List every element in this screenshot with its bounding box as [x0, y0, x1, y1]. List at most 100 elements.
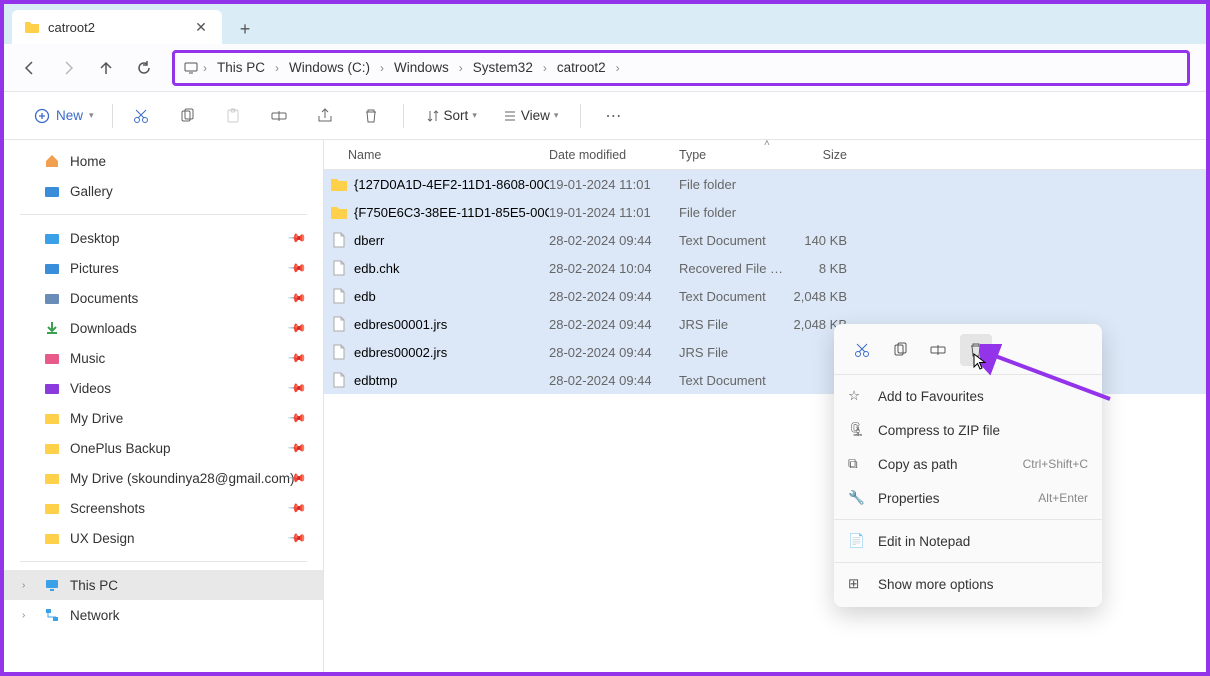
ctx-label: Compress to ZIP file: [878, 423, 1000, 438]
chevron-down-icon: ▾: [89, 110, 94, 121]
column-type[interactable]: Type: [679, 148, 789, 162]
file-type: Text Document: [679, 373, 789, 388]
chevron-right-icon: ›: [271, 61, 283, 75]
file-name: edb.chk: [354, 261, 400, 276]
ctx-item-star[interactable]: ☆ Add to Favourites: [834, 379, 1102, 413]
ctx-item-notepad[interactable]: 📄Edit in Notepad: [834, 524, 1102, 558]
breadcrumb-item[interactable]: System32: [467, 60, 539, 75]
column-date[interactable]: Date modified: [549, 148, 679, 162]
sidebar-item[interactable]: OnePlus Backup📌: [4, 433, 323, 463]
ctx-rename-button[interactable]: [922, 334, 954, 366]
folder-icon: [44, 500, 60, 516]
file-name: dberr: [354, 233, 384, 248]
ctx-copy-button[interactable]: [884, 334, 916, 366]
refresh-button[interactable]: [128, 52, 160, 84]
sort-icon: [426, 109, 440, 123]
file-icon: [330, 259, 348, 277]
separator: [20, 561, 307, 562]
more-button[interactable]: ⋯: [595, 98, 631, 134]
sidebar-item[interactable]: Screenshots📌: [4, 493, 323, 523]
nav-bar: › This PC › Windows (C:) › Windows › Sys…: [4, 44, 1206, 92]
file-date: 19-01-2024 11:01: [549, 177, 679, 192]
breadcrumb-item[interactable]: This PC: [211, 60, 271, 75]
sidebar-item[interactable]: Downloads📌: [4, 313, 323, 343]
music-icon: [44, 350, 60, 366]
chevron-right-icon: ›: [22, 610, 25, 621]
chevron-right-icon: ›: [376, 61, 388, 75]
file-row[interactable]: {F750E6C3-38EE-11D1-85E5-00C04FC295...19…: [324, 198, 1206, 226]
delete-button[interactable]: [353, 98, 389, 134]
up-button[interactable]: [90, 52, 122, 84]
pc-icon: [183, 60, 199, 76]
sidebar-item[interactable]: Desktop📌: [4, 223, 323, 253]
breadcrumb-item[interactable]: Windows (C:): [283, 60, 376, 75]
sidebar-item-home[interactable]: Home: [4, 146, 323, 176]
new-button[interactable]: New ▾: [24, 104, 113, 128]
column-size[interactable]: Size: [789, 148, 859, 162]
view-icon: [503, 109, 517, 123]
downloads-icon: [44, 320, 60, 336]
sidebar-item[interactable]: ›Network: [4, 600, 323, 630]
file-row[interactable]: edb.chk28-02-2024 10:04Recovered File Fr…: [324, 254, 1206, 282]
sidebar-item[interactable]: ›This PC: [4, 570, 323, 600]
window-tab[interactable]: catroot2 ✕: [12, 10, 222, 44]
file-row[interactable]: edb28-02-2024 09:44Text Document2,048 KB: [324, 282, 1206, 310]
breadcrumb-item[interactable]: catroot2: [551, 60, 612, 75]
folder-icon: [44, 410, 60, 426]
context-menu: ☆ Add to Favourites 🗜Compress to ZIP file⧉…: [834, 324, 1102, 607]
close-icon[interactable]: ✕: [192, 18, 210, 36]
sidebar-item-gallery[interactable]: Gallery: [4, 176, 323, 206]
chevron-down-icon: ▾: [554, 110, 559, 121]
desktop-icon: [44, 230, 60, 246]
pin-icon: 📌: [287, 258, 307, 278]
sidebar-item[interactable]: My Drive (skoundinya28@gmail.com)📌: [4, 463, 323, 493]
sidebar-item[interactable]: Pictures📌: [4, 253, 323, 283]
column-name[interactable]: Name: [324, 148, 549, 162]
ctx-label: Add to Favourites: [878, 389, 984, 404]
forward-button[interactable]: [52, 52, 84, 84]
pictures-icon: [44, 260, 60, 276]
network-icon: [44, 607, 60, 623]
ctx-item-copypath[interactable]: ⧉Copy as pathCtrl+Shift+C: [834, 447, 1102, 481]
sidebar-item[interactable]: Documents📌: [4, 283, 323, 313]
ctx-item-more[interactable]: ⊞Show more options: [834, 567, 1102, 601]
view-button[interactable]: View ▾: [495, 108, 567, 123]
wrench-icon: 🔧: [848, 490, 866, 506]
copy-button[interactable]: [169, 98, 205, 134]
sidebar-item[interactable]: Music📌: [4, 343, 323, 373]
file-row[interactable]: dberr28-02-2024 09:44Text Document140 KB: [324, 226, 1206, 254]
new-tab-button[interactable]: +: [230, 14, 260, 44]
breadcrumb-item[interactable]: Windows: [388, 60, 455, 75]
videos-icon: [44, 380, 60, 396]
pin-icon: 📌: [287, 348, 307, 368]
share-button[interactable]: [307, 98, 343, 134]
paste-button[interactable]: [215, 98, 251, 134]
sidebar-item[interactable]: UX Design📌: [4, 523, 323, 553]
folder-icon: [330, 203, 348, 221]
rename-button[interactable]: [261, 98, 297, 134]
notepad-icon: 📄: [848, 533, 866, 549]
file-size: 2,048 KB: [789, 289, 859, 304]
file-size: 140 KB: [789, 233, 859, 248]
file-row[interactable]: {127D0A1D-4EF2-11D1-8608-00C04FC295...19…: [324, 170, 1206, 198]
folder-icon: [44, 530, 60, 546]
gallery-icon: [44, 183, 60, 199]
back-button[interactable]: [14, 52, 46, 84]
sidebar-item[interactable]: My Drive📌: [4, 403, 323, 433]
separator: [834, 562, 1102, 563]
cut-button[interactable]: [123, 98, 159, 134]
sort-button[interactable]: Sort ▾: [418, 108, 485, 123]
ctx-cut-button[interactable]: [846, 334, 878, 366]
sidebar-item[interactable]: Videos📌: [4, 373, 323, 403]
chevron-right-icon: ›: [199, 61, 211, 75]
folder-icon: [44, 440, 60, 456]
new-label: New: [56, 108, 83, 123]
file-name: {127D0A1D-4EF2-11D1-8608-00C04FC295...: [354, 177, 549, 192]
breadcrumb[interactable]: › This PC › Windows (C:) › Windows › Sys…: [172, 50, 1190, 86]
star-icon: ☆: [848, 388, 866, 404]
ctx-delete-button[interactable]: [960, 334, 992, 366]
ctx-item-zip[interactable]: 🗜Compress to ZIP file: [834, 413, 1102, 447]
ctx-item-wrench[interactable]: 🔧PropertiesAlt+Enter: [834, 481, 1102, 515]
file-date: 28-02-2024 09:44: [549, 373, 679, 388]
file-type: File folder: [679, 177, 789, 192]
